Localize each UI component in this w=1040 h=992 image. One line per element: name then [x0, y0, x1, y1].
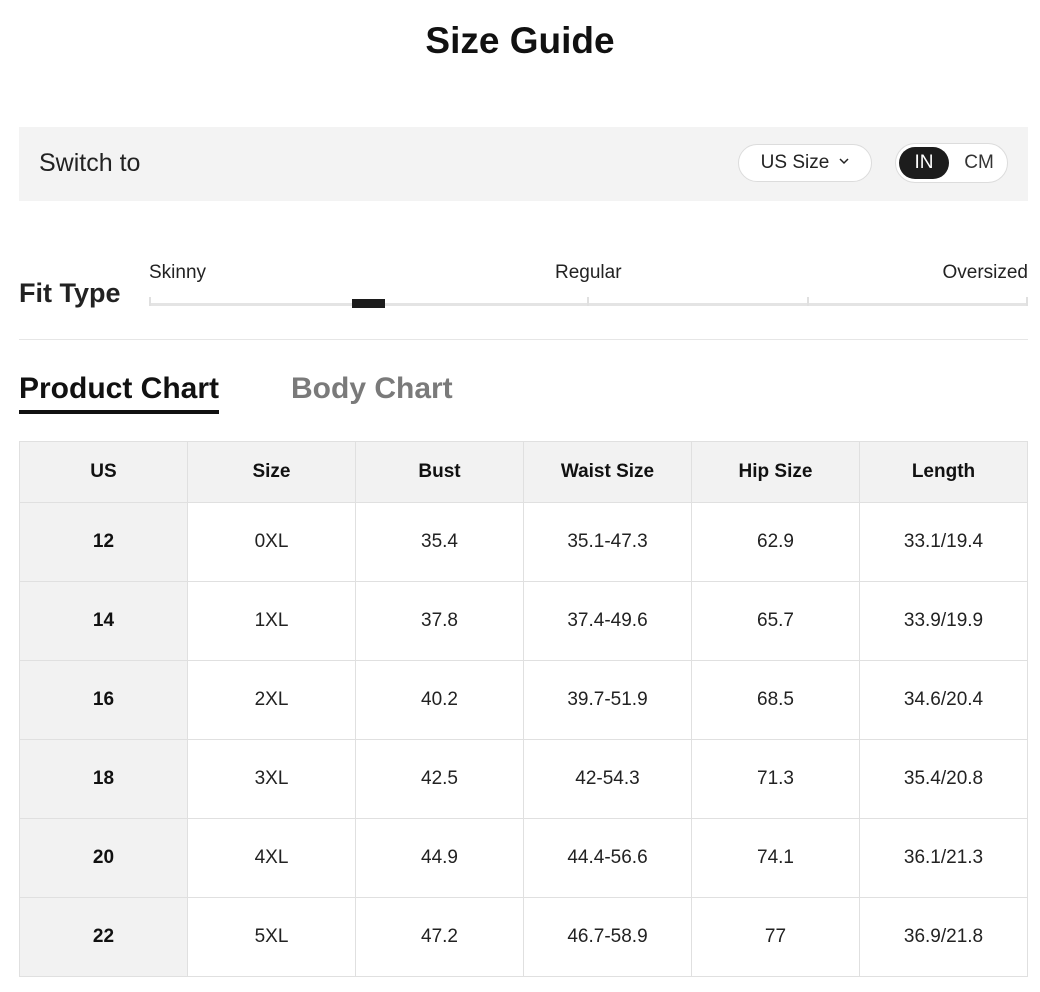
- cell-length: 35.4/20.8: [859, 739, 1028, 819]
- column-header-bust: Bust: [355, 441, 524, 503]
- cell-length: 33.9/19.9: [859, 581, 1028, 661]
- fit-type-scale: Skinny Regular Oversized: [149, 262, 1028, 312]
- cell-hip: 62.9: [691, 502, 860, 582]
- table-row: 22 5XL 47.2 46.7-58.9 77 36.9/21.8: [19, 897, 1028, 977]
- cell-length: 36.1/21.3: [859, 818, 1028, 898]
- cell-bust: 47.2: [355, 897, 524, 977]
- cell-waist: 44.4-56.6: [523, 818, 692, 898]
- cell-length: 36.9/21.8: [859, 897, 1028, 977]
- cell-waist: 46.7-58.9: [523, 897, 692, 977]
- cell-us: 12: [19, 502, 188, 582]
- column-header-us: US: [19, 441, 188, 503]
- fit-label-oversized: Oversized: [942, 262, 1028, 283]
- fit-type-label: Fit Type: [19, 278, 121, 308]
- cell-length: 33.1/19.4: [859, 502, 1028, 582]
- size-system-select[interactable]: US Size: [738, 144, 872, 182]
- cell-bust: 35.4: [355, 502, 524, 582]
- cell-size: 3XL: [187, 739, 356, 819]
- cell-us: 18: [19, 739, 188, 819]
- switch-bar: Switch to US Size IN CM: [19, 127, 1028, 201]
- cell-waist: 42-54.3: [523, 739, 692, 819]
- cell-bust: 40.2: [355, 660, 524, 740]
- table-row: 12 0XL 35.4 35.1-47.3 62.9 33.1/19.4: [19, 502, 1028, 582]
- cell-length: 34.6/20.4: [859, 660, 1028, 740]
- chevron-down-icon: [839, 158, 849, 165]
- cell-size: 5XL: [187, 897, 356, 977]
- fit-track-tick: [149, 297, 151, 306]
- cell-waist: 35.1-47.3: [523, 502, 692, 582]
- cell-size: 2XL: [187, 660, 356, 740]
- cell-size: 1XL: [187, 581, 356, 661]
- cell-bust: 44.9: [355, 818, 524, 898]
- cell-size: 4XL: [187, 818, 356, 898]
- table-row: 18 3XL 42.5 42-54.3 71.3 35.4/20.8: [19, 739, 1028, 819]
- unit-toggle: IN CM: [895, 143, 1008, 183]
- column-header-hip: Hip Size: [691, 441, 860, 503]
- cell-us: 22: [19, 897, 188, 977]
- switch-to-label: Switch to: [39, 149, 141, 177]
- table-row: 20 4XL 44.9 44.4-56.6 74.1 36.1/21.3: [19, 818, 1028, 898]
- table-row: 14 1XL 37.8 37.4-49.6 65.7 33.9/19.9: [19, 581, 1028, 661]
- cell-hip: 71.3: [691, 739, 860, 819]
- fit-track-tick: [807, 297, 809, 306]
- table-header-row: US Size Bust Waist Size Hip Size Length: [19, 441, 1028, 503]
- cell-waist: 39.7-51.9: [523, 660, 692, 740]
- fit-track-tick: [587, 297, 589, 306]
- unit-in-button[interactable]: IN: [899, 147, 949, 179]
- tab-product-chart[interactable]: Product Chart: [19, 372, 220, 414]
- fit-indicator: [352, 299, 385, 308]
- size-table: US Size Bust Waist Size Hip Size Length …: [19, 441, 1028, 977]
- cell-bust: 37.8: [355, 581, 524, 661]
- fit-track-tick: [1026, 297, 1028, 306]
- tab-body-chart[interactable]: Body Chart: [291, 372, 453, 406]
- column-header-length: Length: [859, 441, 1028, 503]
- cell-us: 20: [19, 818, 188, 898]
- unit-cm-button[interactable]: CM: [954, 147, 1004, 179]
- column-header-waist: Waist Size: [523, 441, 692, 503]
- cell-bust: 42.5: [355, 739, 524, 819]
- section-divider: [19, 339, 1028, 340]
- fit-label-regular: Regular: [555, 262, 622, 283]
- column-header-size: Size: [187, 441, 356, 503]
- size-system-value: US Size: [760, 152, 830, 173]
- cell-hip: 68.5: [691, 660, 860, 740]
- cell-hip: 74.1: [691, 818, 860, 898]
- cell-size: 0XL: [187, 502, 356, 582]
- cell-hip: 77: [691, 897, 860, 977]
- table-row: 16 2XL 40.2 39.7-51.9 68.5 34.6/20.4: [19, 660, 1028, 740]
- cell-hip: 65.7: [691, 581, 860, 661]
- cell-us: 16: [19, 660, 188, 740]
- cell-waist: 37.4-49.6: [523, 581, 692, 661]
- cell-us: 14: [19, 581, 188, 661]
- page-title: Size Guide: [425, 20, 615, 61]
- fit-label-skinny: Skinny: [149, 262, 207, 283]
